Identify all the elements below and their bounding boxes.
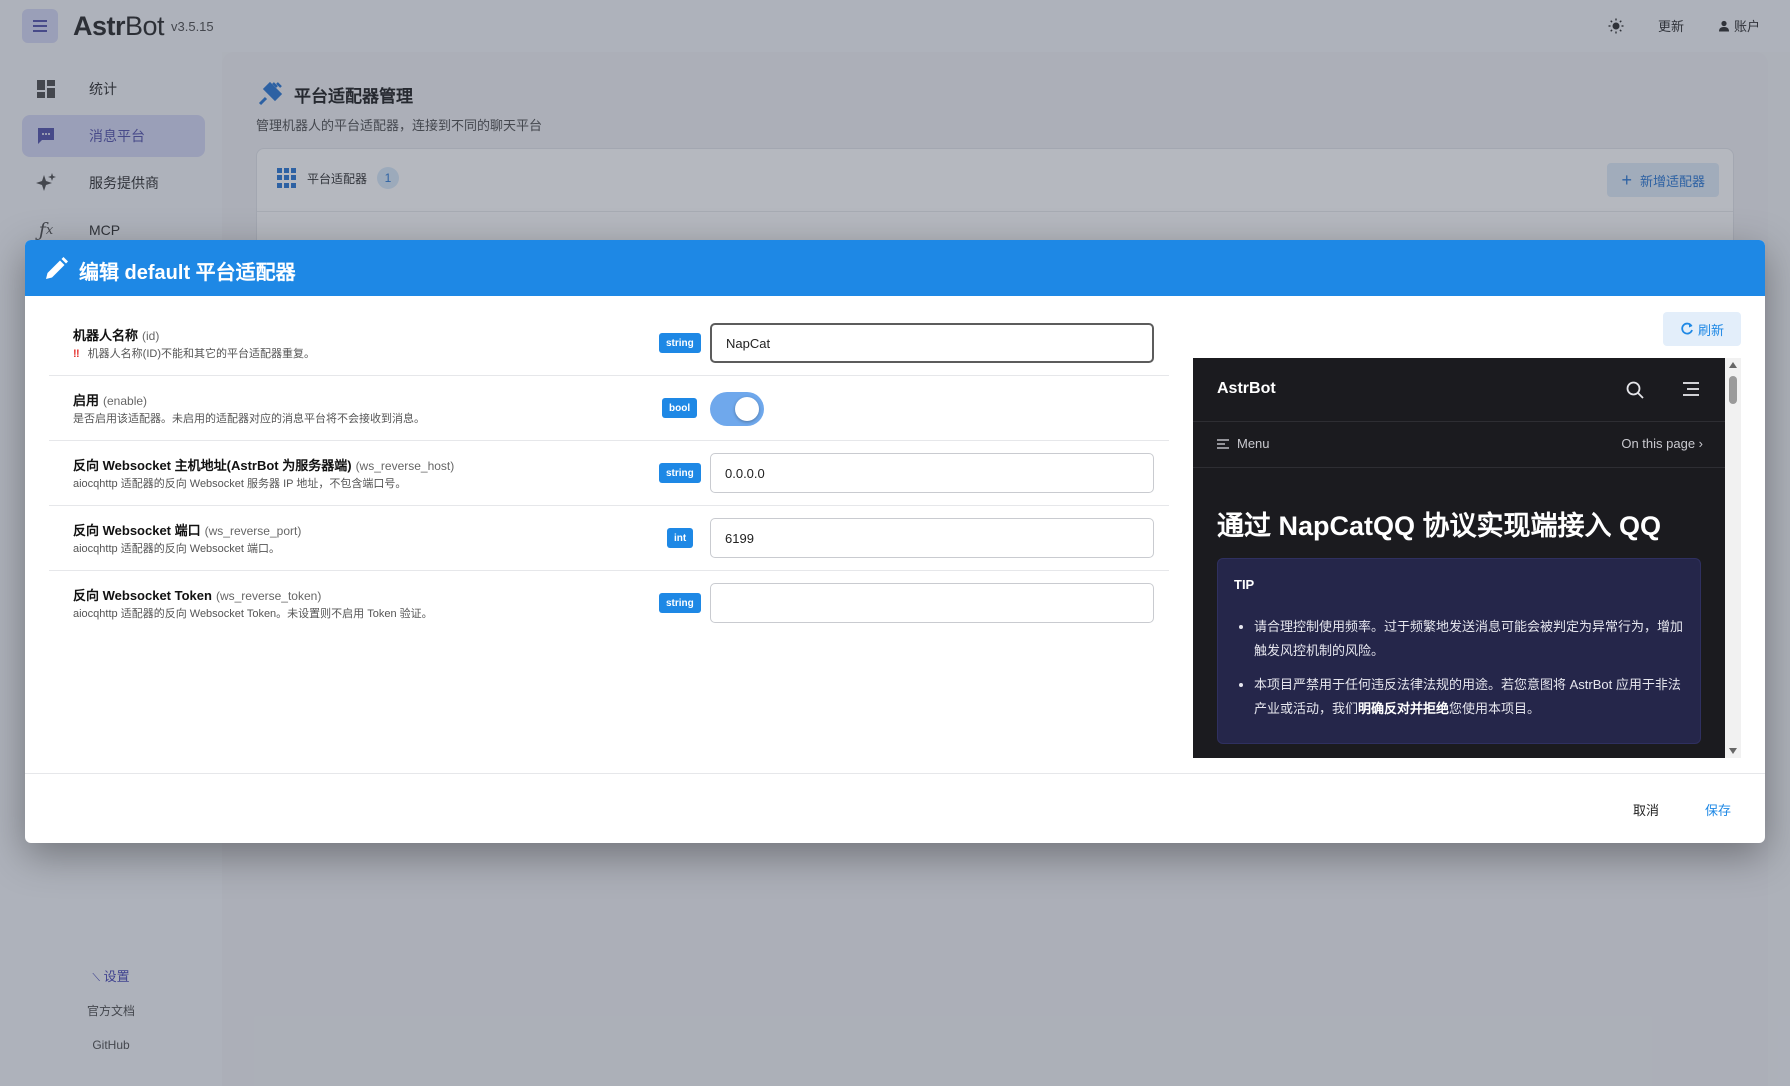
edit-adapter-dialog: 编辑 default 平台适配器 机器人名称 (id) ‼ 机器人名称(ID)不能和… xyxy=(25,240,1765,843)
type-badge: bool xyxy=(662,398,698,418)
tip-title: TIP xyxy=(1234,577,1255,592)
field-label: 机器人名称 (id) xyxy=(73,325,159,344)
align-left-icon xyxy=(1217,438,1229,449)
toggle-knob xyxy=(735,397,759,421)
field-description: ‼ 机器人名称(ID)不能和其它的平台适配器重复。 xyxy=(73,345,315,361)
preview-subbar: Menu On this page › xyxy=(1193,422,1725,468)
tip-bold-text: 明确反对并拒绝 xyxy=(1358,701,1450,716)
scroll-up-arrow-icon[interactable] xyxy=(1729,362,1737,368)
field-description: 是否启用该适配器。未启用的适配器对应的消息平台将不会接收到消息。 xyxy=(73,413,425,425)
preview-scrollbar[interactable] xyxy=(1725,358,1741,758)
pencil-icon xyxy=(46,257,68,279)
field-label-text: 机器人名称 xyxy=(73,328,139,343)
field-label: 反向 Websocket 端口 (ws_reverse_port) xyxy=(73,520,301,539)
search-icon[interactable] xyxy=(1625,380,1645,400)
tip-list: 请合理控制使用频率。过于频繁地发送消息可能会被判定为异常行为，增加触发风控机制的… xyxy=(1254,615,1690,731)
dialog-footer-divider xyxy=(25,773,1765,774)
field-label-text: 启用 xyxy=(73,393,100,408)
field-key: (ws_reverse_token) xyxy=(215,589,322,603)
scrollbar-thumb[interactable] xyxy=(1729,376,1737,404)
robot-name-input[interactable]: NapCat xyxy=(710,323,1154,363)
field-label: 反向 Websocket Token (ws_reverse_token) xyxy=(73,585,321,604)
enable-toggle[interactable] xyxy=(710,392,764,426)
menu-lines-icon[interactable] xyxy=(1681,382,1699,396)
field-key: (ws_reverse_port) xyxy=(204,524,302,538)
field-description: aiocqhttp 适配器的反向 Websocket 端口。 xyxy=(73,543,281,555)
scroll-down-arrow-icon[interactable] xyxy=(1729,748,1737,754)
type-badge: int xyxy=(667,528,694,548)
field-row-enable: 启用 (enable) 是否启用该适配器。未启用的适配器对应的消息平台将不会接收到… xyxy=(49,376,1169,441)
refresh-icon xyxy=(1681,322,1693,335)
type-badge: string xyxy=(659,593,701,613)
dialog-title: 编辑 default 平台适配器 xyxy=(79,262,296,284)
type-badge: string xyxy=(659,333,701,353)
preview-menu-button[interactable]: Menu xyxy=(1217,436,1270,451)
save-button[interactable]: 保存 xyxy=(1705,800,1731,819)
refresh-button[interactable]: 刷新 xyxy=(1663,312,1741,346)
dialog-header: 编辑 default 平台适配器 xyxy=(25,240,1765,296)
field-row-ws-port: 反向 Websocket 端口 (ws_reverse_port) aiocqht… xyxy=(49,506,1169,571)
tip-callout: TIP 请合理控制使用频率。过于频繁地发送消息可能会被判定为异常行为，增加触发风… xyxy=(1217,558,1701,744)
warning-icon: ‼ xyxy=(73,348,80,360)
refresh-label: 刷新 xyxy=(1697,322,1724,338)
field-label: 反向 Websocket 主机地址(AstrBot 为服务器端) (ws_reve… xyxy=(73,455,454,474)
ws-host-input[interactable]: 0.0.0.0 xyxy=(710,453,1154,493)
field-key: (ws_reverse_host) xyxy=(355,459,455,473)
field-description-text: 机器人名称(ID)不能和其它的平台适配器重复。 xyxy=(87,348,315,360)
type-badge: string xyxy=(659,463,701,483)
tip-item: 本项目严禁用于任何违反法律法规的用途。若您意图将 AstrBot 应用于非法产业… xyxy=(1254,673,1690,721)
field-label: 启用 (enable) xyxy=(73,390,147,409)
preview-brand[interactable]: AstrBot xyxy=(1217,380,1276,398)
preview-menu-label: Menu xyxy=(1237,436,1270,451)
ws-token-input[interactable] xyxy=(710,583,1154,623)
field-row-ws-host: 反向 Websocket 主机地址(AstrBot 为服务器端) (ws_reve… xyxy=(49,441,1169,506)
field-label-text: 反向 Websocket Token xyxy=(73,588,212,603)
field-row-ws-token: 反向 Websocket Token (ws_reverse_token) aio… xyxy=(49,571,1169,636)
tip-text: 您使用本项目。 xyxy=(1449,701,1541,716)
field-description: aiocqhttp 适配器的反向 Websocket Token。未设置则不启用… xyxy=(73,608,433,620)
field-label-text: 反向 Websocket 端口 xyxy=(73,523,201,538)
cancel-button[interactable]: 取消 xyxy=(1633,800,1659,819)
config-form: 机器人名称 (id) ‼ 机器人名称(ID)不能和其它的平台适配器重复。 strin… xyxy=(49,311,1169,636)
tip-item: 请合理控制使用频率。过于频繁地发送消息可能会被判定为异常行为，增加触发风控机制的… xyxy=(1254,615,1690,663)
on-this-page-button[interactable]: On this page › xyxy=(1621,436,1703,451)
field-key: (enable) xyxy=(103,394,148,408)
field-label-text: 反向 Websocket 主机地址(AstrBot 为服务器端) xyxy=(73,458,352,473)
ws-port-input[interactable]: 6199 xyxy=(710,518,1154,558)
docs-preview-frame[interactable]: AstrBot Menu On this page › 通过 NapCatQQ … xyxy=(1193,358,1741,758)
field-description: aiocqhttp 适配器的反向 Websocket 服务器 IP 地址，不包含… xyxy=(73,478,407,490)
preview-heading: 通过 NapCatQQ 协议实现端接入 QQ xyxy=(1217,511,1662,541)
field-row-id: 机器人名称 (id) ‼ 机器人名称(ID)不能和其它的平台适配器重复。 strin… xyxy=(49,311,1169,376)
preview-navbar: AstrBot xyxy=(1193,358,1725,422)
field-key: (id) xyxy=(142,329,160,343)
